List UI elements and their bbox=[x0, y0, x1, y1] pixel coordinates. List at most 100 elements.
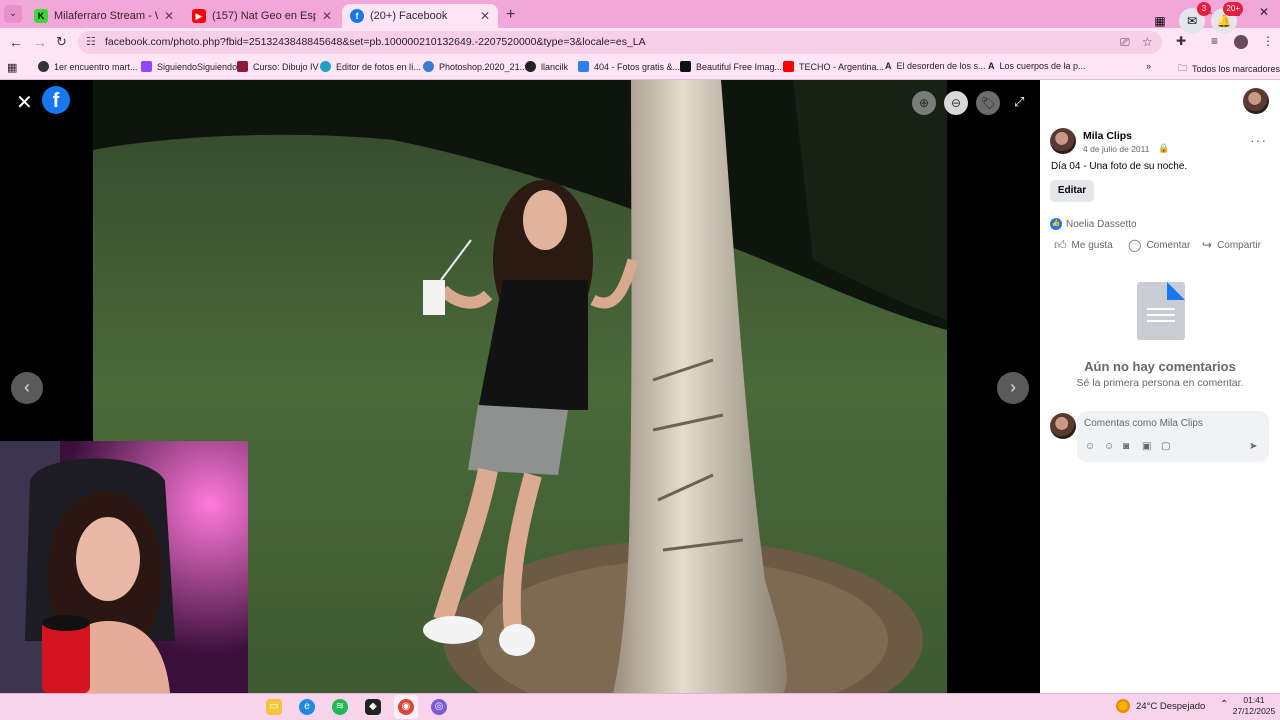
comment-icon: ◯ bbox=[1128, 238, 1142, 252]
bookmark-item[interactable]: 1er encuentro mart... bbox=[38, 61, 138, 72]
like-button[interactable]: 👍︎ Me gusta bbox=[1054, 238, 1113, 253]
edge-icon[interactable]: e bbox=[299, 699, 315, 715]
all-bookmarks[interactable]: 🗀 Todos los marcadores bbox=[1178, 61, 1280, 77]
extensions-icon[interactable]: ✚ bbox=[1176, 34, 1186, 48]
close-tab-icon[interactable]: ✕ bbox=[164, 9, 174, 23]
kick-icon: K bbox=[34, 9, 48, 23]
system-clock[interactable]: 01:41 27/12/2025 bbox=[1231, 695, 1277, 717]
close-window-icon[interactable]: ✕ bbox=[1259, 5, 1269, 19]
privacy-lock-icon[interactable]: 🔒 bbox=[1158, 143, 1169, 154]
url-text[interactable]: facebook.com/photo.php?fbid=251324384884… bbox=[105, 36, 646, 48]
share-button[interactable]: ↪ Compartir bbox=[1202, 238, 1261, 252]
facebook-icon: f bbox=[350, 9, 364, 23]
like-reaction-icon: 👍 bbox=[1050, 218, 1062, 230]
bookmark-item[interactable]: 404 - Fotos gratis &... bbox=[578, 61, 680, 72]
bookmarks-bar: ▦ 1er encuentro mart... SiguiendoSiguien… bbox=[0, 56, 1280, 80]
app-icon[interactable]: ◆ bbox=[365, 699, 381, 715]
tab-title: (20+) Facebook bbox=[370, 10, 448, 22]
folder-icon: 🗀 bbox=[1178, 63, 1188, 73]
tab-facebook[interactable]: f (20+) Facebook ✕ bbox=[342, 4, 498, 28]
weather-widget[interactable]: 24°C Despejado bbox=[1116, 699, 1205, 713]
chevron-left-icon: ‹ bbox=[24, 377, 30, 397]
new-tab-icon[interactable]: + bbox=[506, 6, 515, 24]
app-icon[interactable]: ◎ bbox=[431, 699, 447, 715]
more-bookmarks-icon[interactable]: » bbox=[1146, 61, 1151, 71]
zoom-out-icon[interactable]: ⊖ bbox=[944, 91, 968, 115]
file-explorer-icon[interactable]: ▭ bbox=[266, 699, 282, 715]
next-photo-button[interactable]: › bbox=[997, 372, 1029, 404]
tag-icon[interactable]: 🏷 bbox=[976, 91, 1000, 115]
chevron-right-icon: › bbox=[1010, 377, 1016, 397]
tab-kick[interactable]: K Milaferraro Stream - Watch Live ✕ bbox=[26, 4, 182, 28]
bookmark-item[interactable]: TECHO - Argentina... bbox=[783, 61, 884, 72]
chrome-menu-icon[interactable]: ⋮ bbox=[1262, 34, 1274, 48]
bookmark-item[interactable]: llancilk bbox=[525, 61, 568, 72]
emoji-icon[interactable]: ☺ bbox=[1104, 441, 1114, 452]
notifications-badge: 20+ bbox=[1223, 2, 1243, 16]
apps-grid-icon[interactable]: ▦ bbox=[7, 61, 17, 74]
bookmark-item[interactable]: A El desorden de los s... bbox=[885, 61, 986, 71]
chrome-icon[interactable]: ◉ bbox=[398, 699, 414, 715]
bookmark-item[interactable]: Beautiful Free Imag... bbox=[680, 61, 782, 72]
back-icon[interactable]: ← bbox=[9, 34, 23, 50]
previous-photo-button[interactable]: ‹ bbox=[11, 372, 43, 404]
install-app-icon[interactable]: ⎚ bbox=[1120, 35, 1130, 50]
avatar-sticker-icon[interactable]: ☺ bbox=[1085, 441, 1095, 452]
reload-icon[interactable]: ↻ bbox=[56, 34, 67, 50]
edit-button[interactable]: Editar bbox=[1050, 180, 1094, 202]
author-avatar[interactable] bbox=[1050, 128, 1076, 154]
bookmark-item[interactable]: Photoshop.2020_21... bbox=[423, 61, 527, 72]
send-icon[interactable]: ➤ bbox=[1249, 441, 1257, 452]
spotify-icon[interactable]: ≋ bbox=[332, 699, 348, 715]
site-info-icon[interactable]: ☷ bbox=[86, 35, 96, 48]
more-options-icon[interactable]: ··· bbox=[1250, 132, 1267, 148]
twitch-icon bbox=[141, 61, 152, 72]
comment-input[interactable]: Comentas como Mila Clips ☺ ☺ ◙ ▣ ▢ ➤ bbox=[1077, 411, 1269, 462]
facebook-logo[interactable]: f bbox=[42, 86, 70, 114]
book-icon bbox=[237, 61, 248, 72]
reactions-summary[interactable]: 👍 Noelia Dassetto bbox=[1050, 218, 1137, 230]
tab-search-chevron-icon[interactable]: ⌄ bbox=[4, 5, 22, 23]
tab-strip: ⌄ K Milaferraro Stream - Watch Live ✕ ▶ … bbox=[0, 0, 1280, 28]
address-bar[interactable]: ☷ facebook.com/photo.php?fbid=2513243848… bbox=[78, 31, 1162, 54]
taskbar: ▭ e ≋ ◆ ◉ ◎ bbox=[0, 693, 1280, 720]
tab-title: Milaferraro Stream - Watch Live bbox=[54, 10, 158, 22]
zoom-in-icon[interactable]: ⊕ bbox=[912, 91, 936, 115]
photo-icon bbox=[578, 61, 589, 72]
notifications-bell-icon[interactable]: 🔔 20+ bbox=[1211, 2, 1243, 34]
profile-avatar[interactable] bbox=[1234, 35, 1248, 49]
commenter-avatar bbox=[1050, 413, 1076, 439]
tray-chevron-icon[interactable]: ⌃ bbox=[1220, 699, 1228, 710]
webcam-overlay bbox=[0, 441, 248, 693]
camera-icon bbox=[680, 61, 691, 72]
messenger-icon[interactable]: ✉ 3 bbox=[1179, 2, 1211, 34]
close-viewer-icon[interactable]: ✕ bbox=[16, 90, 33, 115]
account-avatar[interactable] bbox=[1243, 88, 1269, 114]
media-control-icon[interactable]: ≡ bbox=[1211, 34, 1218, 48]
letter-a-icon: A bbox=[988, 61, 995, 71]
liked-by-name: Noelia Dassetto bbox=[1066, 218, 1137, 230]
camera-icon[interactable]: ◙ bbox=[1123, 441, 1129, 452]
tab-youtube[interactable]: ▶ (157) Nat Geo en Español - You ✕ bbox=[184, 4, 340, 28]
author-name[interactable]: Mila Clips bbox=[1083, 130, 1132, 142]
youtube-icon bbox=[783, 61, 794, 72]
comment-button[interactable]: ◯ Comentar bbox=[1128, 238, 1190, 252]
close-tab-icon[interactable]: ✕ bbox=[480, 9, 490, 23]
sticker-icon[interactable]: ▢ bbox=[1161, 441, 1170, 452]
forward-icon[interactable]: → bbox=[33, 34, 47, 50]
post-date[interactable]: 4 de julio de 2011 bbox=[1083, 144, 1149, 154]
close-tab-icon[interactable]: ✕ bbox=[322, 9, 332, 23]
letter-a-icon: A bbox=[885, 61, 892, 71]
weather-sun-icon bbox=[1116, 699, 1130, 713]
bookmark-item[interactable]: Editor de fotos en lí... bbox=[320, 61, 421, 72]
gif-icon[interactable]: ▣ bbox=[1142, 441, 1151, 452]
no-comments-subtitle: Sé la primera persona en comentar. bbox=[1076, 377, 1244, 389]
fullscreen-icon[interactable]: ⤢ bbox=[1014, 94, 1024, 110]
comment-placeholder: Comentas como Mila Clips bbox=[1084, 418, 1203, 429]
bookmark-item[interactable]: A Los cuerpos de la p... bbox=[988, 61, 1086, 71]
bookmark-item[interactable]: Curso: Dibujo IV bbox=[237, 61, 319, 72]
bookmark-star-icon[interactable]: ☆ bbox=[1142, 35, 1153, 49]
bookmark-item[interactable]: SiguiendoSiguiendo bbox=[141, 61, 237, 72]
dark-circle-icon bbox=[38, 61, 49, 72]
menu-grid-icon[interactable]: ▦ bbox=[1147, 8, 1173, 34]
